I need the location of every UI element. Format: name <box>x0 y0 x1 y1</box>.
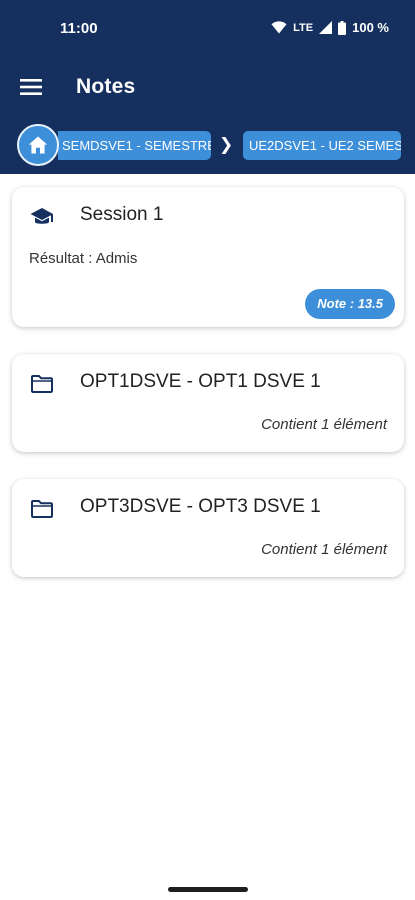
session-result: Résultat : Admis <box>29 250 138 267</box>
session-card[interactable]: Session 1 Résultat : Admis Note : 13.5 <box>12 187 404 327</box>
folder-item-count: Contient 1 élément <box>261 416 387 433</box>
breadcrumb-item-ue[interactable]: UE2DSVE1 - UE2 SEMESTRE 1 <box>243 131 401 160</box>
hamburger-menu-icon[interactable] <box>16 73 46 101</box>
status-bar: 11:00 LTE 100 % <box>0 0 415 58</box>
session-title: Session 1 <box>80 204 164 225</box>
home-icon <box>28 136 48 154</box>
folder-item-count: Contient 1 élément <box>261 541 387 558</box>
battery-icon <box>338 20 347 35</box>
breadcrumb-item-semester[interactable]: SEMDSVE1 - SEMESTRE 1 DSVE <box>58 131 211 160</box>
folder-title: OPT1DSVE - OPT1 DSVE 1 <box>80 371 321 392</box>
network-type: LTE <box>293 21 314 34</box>
page-title: Notes <box>76 75 136 98</box>
breadcrumb-separator-icon: ❯ <box>219 135 234 154</box>
signal-icon <box>319 21 333 34</box>
folder-icon <box>30 497 54 521</box>
status-time: 11:00 <box>60 20 98 37</box>
battery-level: 100 % <box>352 20 389 35</box>
home-button[interactable] <box>17 124 59 166</box>
grade-badge: Note : 13.5 <box>305 289 395 319</box>
breadcrumb: SEMDSVE1 - SEMESTRE 1 DSVE ❯ UE2DSVE1 - … <box>0 118 415 174</box>
status-icons: LTE 100 % <box>271 20 389 35</box>
folder-title: OPT3DSVE - OPT3 DSVE 1 <box>80 496 321 517</box>
system-nav-bar <box>0 878 415 900</box>
folder-card[interactable]: OPT3DSVE - OPT3 DSVE 1 Contient 1 élémen… <box>12 479 404 577</box>
wifi-icon <box>271 21 287 34</box>
folder-icon <box>30 372 54 396</box>
graduation-cap-icon <box>30 205 54 229</box>
app-bar: Notes <box>0 58 415 118</box>
home-gesture-handle[interactable] <box>168 887 248 892</box>
folder-card[interactable]: OPT1DSVE - OPT1 DSVE 1 Contient 1 élémen… <box>12 354 404 452</box>
